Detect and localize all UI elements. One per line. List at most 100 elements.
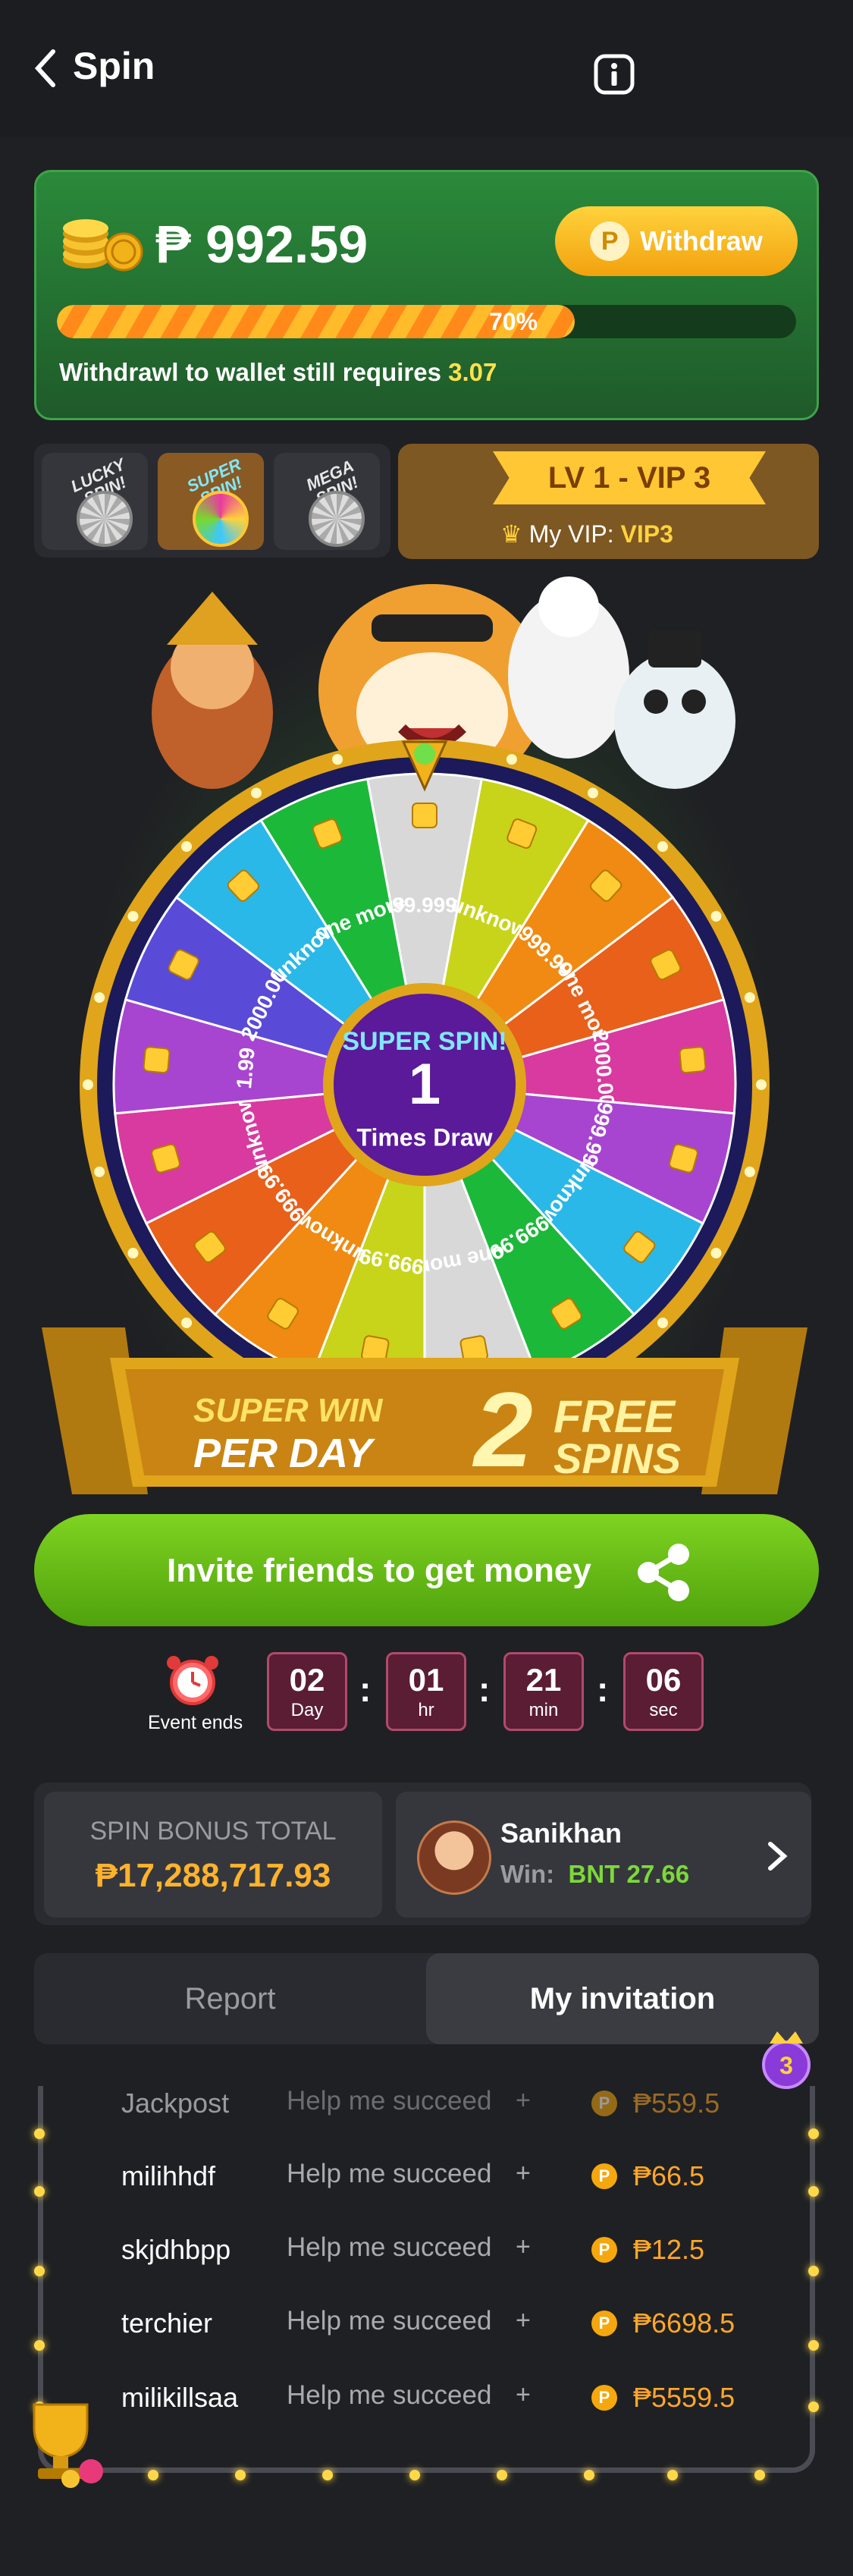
trophy-icon	[33, 2403, 103, 2488]
promo-spins: SPINS	[554, 1434, 682, 1482]
row-help: Help me succeed	[287, 2380, 492, 2410]
colon-separator: :	[359, 1670, 372, 1709]
rim-light	[588, 787, 598, 799]
rim-light	[756, 1079, 767, 1090]
frame-light	[808, 2186, 819, 2197]
spin-bonus-title: SPIN BONUS TOTAL	[89, 1817, 337, 1846]
rim-light	[332, 754, 343, 765]
rim-light	[657, 1317, 668, 1328]
promo-super-win: SUPER WIN	[193, 1392, 383, 1429]
frame-light	[235, 2470, 246, 2480]
back-arrow-icon[interactable]	[30, 46, 61, 91]
rim-light	[506, 754, 517, 765]
vip-badge-icon: 3	[762, 2031, 811, 2089]
frame-light	[808, 2402, 819, 2412]
lucky-spin-tab[interactable]: LUCKY SPIN!	[42, 453, 148, 550]
winner-avatar	[417, 1820, 491, 1895]
spin-bonus-total-card	[44, 1792, 382, 1918]
countdown-hours: 01 hr	[386, 1652, 466, 1731]
row-amount: ₱559.5	[633, 2088, 720, 2119]
frame-light	[322, 2470, 333, 2480]
winner-name: Sanikhan	[500, 1817, 623, 1849]
row-help: Help me succeed	[287, 2232, 492, 2262]
row-amount: ₱5559.5	[633, 2382, 735, 2413]
share-icon	[638, 1544, 689, 1601]
promo-per-day: PER DAY	[193, 1431, 373, 1476]
svg-text:3: 3	[779, 2052, 793, 2079]
invite-label: Invite friends to get money	[167, 1552, 591, 1589]
withdraw-button[interactable]: P Withdraw	[555, 206, 798, 276]
coin-icon: P	[591, 2311, 617, 2336]
rim-light	[744, 1166, 755, 1177]
withdraw-requirement-note: Withdrawl to wallet still requires 3.07	[59, 358, 497, 387]
win-label: Win:	[500, 1860, 555, 1888]
frame-light	[34, 2128, 45, 2139]
coin-stack-icon	[63, 219, 143, 272]
event-ends-label: Event ends	[148, 1712, 243, 1733]
rim-light	[710, 1248, 722, 1258]
my-vip-value: VIP3	[620, 520, 673, 548]
frame-light	[34, 2340, 45, 2351]
row-name: skjdhbpp	[121, 2234, 231, 2265]
row-amount: ₱12.5	[633, 2234, 705, 2265]
countdown-unit: sec	[649, 1700, 678, 1720]
info-icon[interactable]	[593, 53, 635, 96]
row-plus: +	[516, 2232, 531, 2261]
row-amount: ₱66.5	[633, 2160, 705, 2191]
countdown-unit: Day	[290, 1700, 324, 1720]
rim-light	[127, 911, 139, 922]
list-item: terchier Help me succeed + P ₱6698.5	[121, 2306, 773, 2353]
rim-light	[657, 841, 668, 853]
vip-level-banner: LV 1 - VIP 3	[493, 451, 766, 504]
list-item: Jackpost Help me succeed + P ₱559.5	[121, 2086, 773, 2133]
row-plus: +	[516, 2306, 531, 2335]
my-vip-label: My VIP:	[528, 520, 614, 548]
alarm-clock-icon	[167, 1656, 218, 1705]
promo-number: 2	[474, 1370, 533, 1489]
row-help: Help me succeed	[287, 2159, 492, 2188]
super-wheel-icon	[193, 491, 249, 547]
gift-icon	[143, 1046, 171, 1074]
spin-bonus-value: ₱17,288,717.93	[95, 1857, 331, 1894]
progress-percent: 70%	[489, 308, 538, 335]
rim-light	[251, 787, 262, 799]
list-item: skjdhbpp Help me succeed + P ₱12.5	[121, 2232, 773, 2279]
frame-light	[808, 2340, 819, 2351]
rim-light	[744, 992, 755, 1004]
balance-amount: ₱ 992.59	[155, 215, 368, 274]
frame-light	[667, 2470, 678, 2480]
win-amount: BNT 27.66	[568, 1860, 690, 1888]
super-spin-tab[interactable]: SUPER SPIN!	[158, 453, 264, 550]
hub-count: 1	[409, 1052, 441, 1117]
rim-light	[94, 1166, 105, 1177]
row-name: terchier	[121, 2307, 213, 2339]
withdraw-label: Withdraw	[640, 225, 763, 256]
row-help: Help me succeed	[287, 2306, 492, 2336]
tab-report[interactable]: Report	[34, 1953, 426, 2044]
countdown-value: 02	[289, 1662, 325, 1698]
mega-spin-tab[interactable]: MEGA SPIN!	[274, 453, 380, 550]
frame-light	[584, 2470, 594, 2480]
colon-separator: :	[597, 1670, 609, 1709]
gift-icon	[412, 803, 437, 828]
frame-light	[808, 2128, 819, 2139]
countdown-unit: min	[528, 1700, 559, 1720]
rim-light	[127, 1248, 139, 1258]
countdown-days: 02 Day	[267, 1652, 347, 1731]
chevron-right-icon[interactable]	[766, 1839, 789, 1873]
row-amount: ₱6698.5	[633, 2307, 735, 2339]
row-plus: +	[516, 2380, 531, 2409]
frame-light	[148, 2470, 158, 2480]
frame-light	[754, 2470, 765, 2480]
withdraw-progress-bar	[57, 305, 796, 338]
list-item: milikillsaa Help me succeed + P ₱5559.5	[121, 2380, 773, 2427]
promo-ribbon	[42, 1327, 808, 1494]
my-vip: ♛ My VIP: VIP3	[500, 520, 673, 548]
list-item: milihhdf Help me succeed + P ₱66.5	[121, 2159, 773, 2206]
gift-icon	[679, 1046, 707, 1074]
row-plus: +	[516, 2086, 531, 2115]
row-name: milihhdf	[121, 2160, 216, 2191]
hub-subtitle: Times Draw	[356, 1123, 492, 1151]
rim-light	[181, 841, 193, 853]
wheel-segment-label: 1.99	[232, 1047, 259, 1090]
